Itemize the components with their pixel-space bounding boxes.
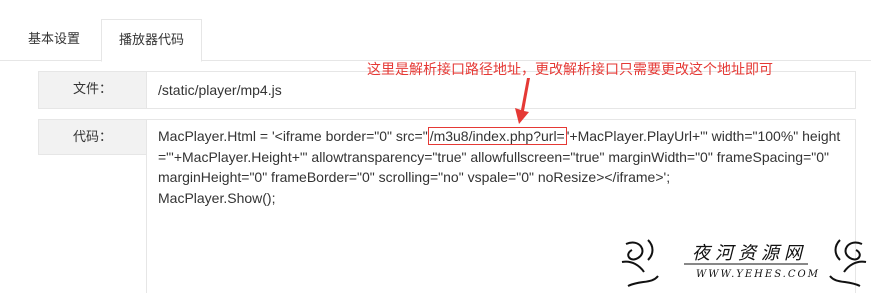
code-label: 代码： xyxy=(38,119,146,155)
code-text-before: MacPlayer.Html = '<iframe border="0" src… xyxy=(158,128,428,144)
watermark-url: WWW.YEHES.COM xyxy=(696,269,820,280)
file-label: 文件： xyxy=(38,71,146,109)
watermark-title: 夜河资源网 xyxy=(692,243,807,264)
tab-basic-settings[interactable]: 基本设置 xyxy=(8,19,100,62)
watermark-logo: 夜河资源网 WWW.YEHES.COM xyxy=(618,232,870,293)
annotation-note: 这里是解析接口路径地址，更改解析接口只需要更改这个地址即可 xyxy=(367,62,773,78)
tab-player-code[interactable]: 播放器代码 xyxy=(101,19,202,62)
highlighted-parse-url: /m3u8/index.php?url= xyxy=(427,127,567,145)
tab-bar: 基本设置 播放器代码 xyxy=(0,0,871,62)
annotation-arrow-icon xyxy=(515,78,530,124)
